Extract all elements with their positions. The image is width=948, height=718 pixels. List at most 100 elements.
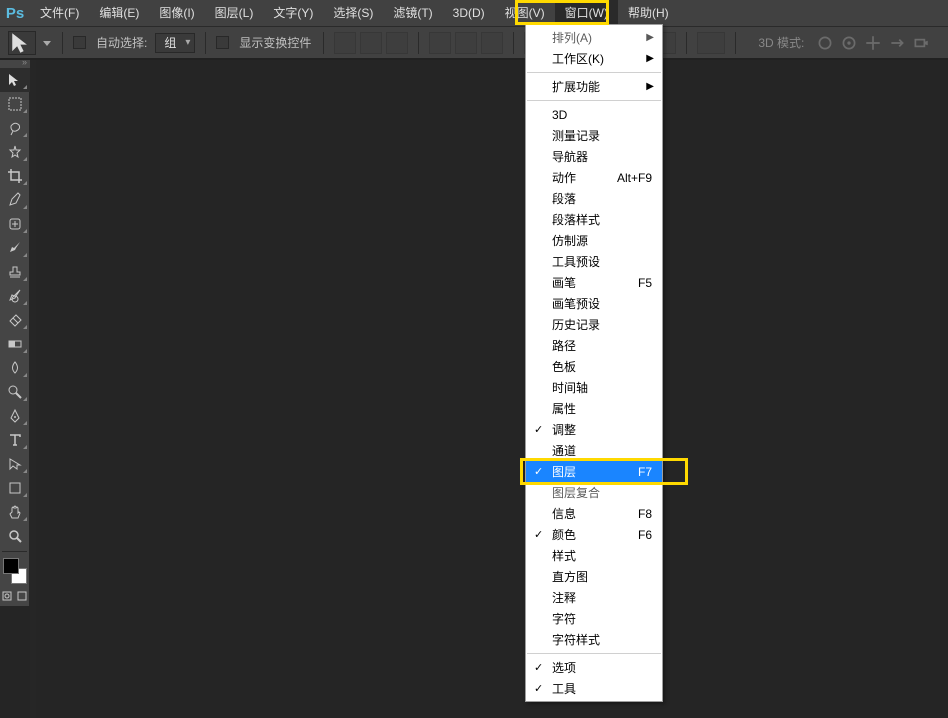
menu-shortcut: F5 [638,276,652,290]
check-icon: ✓ [534,661,543,674]
menu-item-历史记录[interactable]: 历史记录 [526,314,662,335]
check-icon: ✓ [534,465,543,478]
color-swatches[interactable] [0,556,30,586]
menu-item-测量记录[interactable]: 测量记录 [526,125,662,146]
menu-layer[interactable]: 图层(L) [205,0,264,26]
pen-tool[interactable] [0,404,30,428]
menu-item-段落[interactable]: 段落 [526,188,662,209]
separator [686,32,687,54]
menu-edit[interactable]: 编辑(E) [89,0,149,26]
menu-item-label: 色板 [552,358,576,375]
menu-item-label: 仿制源 [552,232,588,249]
menu-item-扩展功能[interactable]: 扩展功能▶ [526,76,662,97]
menu-select[interactable]: 选择(S) [323,0,383,26]
menu-item-label: 字符 [552,610,576,627]
menu-item-3D[interactable]: 3D [526,104,662,125]
menu-item-label: 通道 [552,442,576,459]
eraser-tool[interactable] [0,308,30,332]
auto-select-target-combo[interactable]: 组 [155,33,195,53]
menu-item-工作区(K)[interactable]: 工作区(K)▶ [526,48,662,69]
shape-tool[interactable] [0,476,30,500]
menu-item-字符[interactable]: 字符 [526,608,662,629]
auto-select-checkbox[interactable] [73,36,86,49]
menu-item-动作[interactable]: 动作Alt+F9 [526,167,662,188]
hand-tool[interactable] [0,500,30,524]
menu-item-画笔[interactable]: 画笔 F5 [526,272,662,293]
menu-item-label: 扩展功能 [552,78,600,95]
submenu-arrow-icon: ▶ [646,53,654,64]
menu-file[interactable]: 文件(F) [30,0,89,26]
menu-item-图层[interactable]: ✓图层F7 [526,461,662,482]
stamp-tool[interactable] [0,260,30,284]
menu-item-label: 画笔 [552,274,576,291]
menu-item-label: 图层复合 [552,484,600,501]
menu-item-导航器[interactable]: 导航器 [526,146,662,167]
menu-item-属性[interactable]: 属性 [526,398,662,419]
move-tool[interactable] [0,68,30,92]
gradient-tool[interactable] [0,332,30,356]
separator [735,32,736,54]
healing-tool[interactable] [0,212,30,236]
tool-preset-dropdown-icon[interactable] [42,38,52,48]
toolbox-handle[interactable] [0,60,30,68]
crop-tool[interactable] [0,164,30,188]
lasso-tool[interactable] [0,116,30,140]
menu-3d[interactable]: 3D(D) [443,0,495,26]
menu-item-注释[interactable]: 注释 [526,587,662,608]
show-transform-checkbox[interactable] [216,36,229,49]
menu-item-画笔预设[interactable]: 画笔预设 [526,293,662,314]
menu-item-通道[interactable]: 通道 [526,440,662,461]
align-btn [481,32,503,54]
menu-item-直方图[interactable]: 直方图 [526,566,662,587]
menu-item-段落样式[interactable]: 段落样式 [526,209,662,230]
quick-select-tool[interactable] [0,140,30,164]
screenmode-toggle[interactable] [15,586,30,606]
3d-mode-label: 3D 模式: [758,34,804,51]
eyedropper-tool[interactable] [0,188,30,212]
menu-filter[interactable]: 滤镜(T) [383,0,442,26]
separator [2,551,27,552]
menu-item-图层复合[interactable]: 图层复合 [526,482,662,503]
menu-item-字符样式[interactable]: 字符样式 [526,629,662,650]
brush-tool[interactable] [0,236,30,260]
move-tool-indicator[interactable] [8,31,36,55]
menu-item-工具[interactable]: ✓工具 [526,678,662,699]
separator [418,32,419,54]
menu-item-label: 段落 [552,190,576,207]
menu-item-色板[interactable]: 色板 [526,356,662,377]
marquee-tool[interactable] [0,92,30,116]
menu-item-工具预设[interactable]: 工具预设 [526,251,662,272]
menu-item-时间轴[interactable]: 时间轴 [526,377,662,398]
menu-item-仿制源[interactable]: 仿制源 [526,230,662,251]
menu-item-label: 颜色 [552,526,576,543]
canvas-area[interactable] [30,60,948,718]
menu-item-样式[interactable]: 样式 [526,545,662,566]
menu-item-label: 历史记录 [552,316,600,333]
dodge-tool[interactable] [0,380,30,404]
align-button-group [429,32,503,54]
menu-view[interactable]: 视图(V) [495,0,555,26]
menu-text[interactable]: 文字(Y) [263,0,323,26]
menu-item-label: 排列(A) [552,29,592,46]
menu-separator [527,653,661,654]
menu-item-排列(A)[interactable]: 排列(A) ▶ [526,27,662,48]
path-select-tool[interactable] [0,452,30,476]
menu-item-信息[interactable]: 信息F8 [526,503,662,524]
menu-window[interactable]: 窗口(W) [555,0,618,26]
history-brush-tool[interactable] [0,284,30,308]
menu-separator [527,72,661,73]
menu-item-路径[interactable]: 路径 [526,335,662,356]
menu-item-颜色[interactable]: ✓颜色F6 [526,524,662,545]
submenu-arrow-icon: ▶ [646,32,654,43]
menu-shortcut: F7 [638,465,652,479]
toolbox [0,68,30,606]
quickmask-toggle[interactable] [0,586,15,606]
menu-item-选项[interactable]: ✓选项 [526,657,662,678]
foreground-swatch[interactable] [3,558,19,574]
type-tool[interactable] [0,428,30,452]
menu-item-调整[interactable]: ✓调整 [526,419,662,440]
zoom-tool[interactable] [0,524,30,548]
menu-image[interactable]: 图像(I) [149,0,204,26]
menu-help[interactable]: 帮助(H) [618,0,679,26]
blur-tool[interactable] [0,356,30,380]
